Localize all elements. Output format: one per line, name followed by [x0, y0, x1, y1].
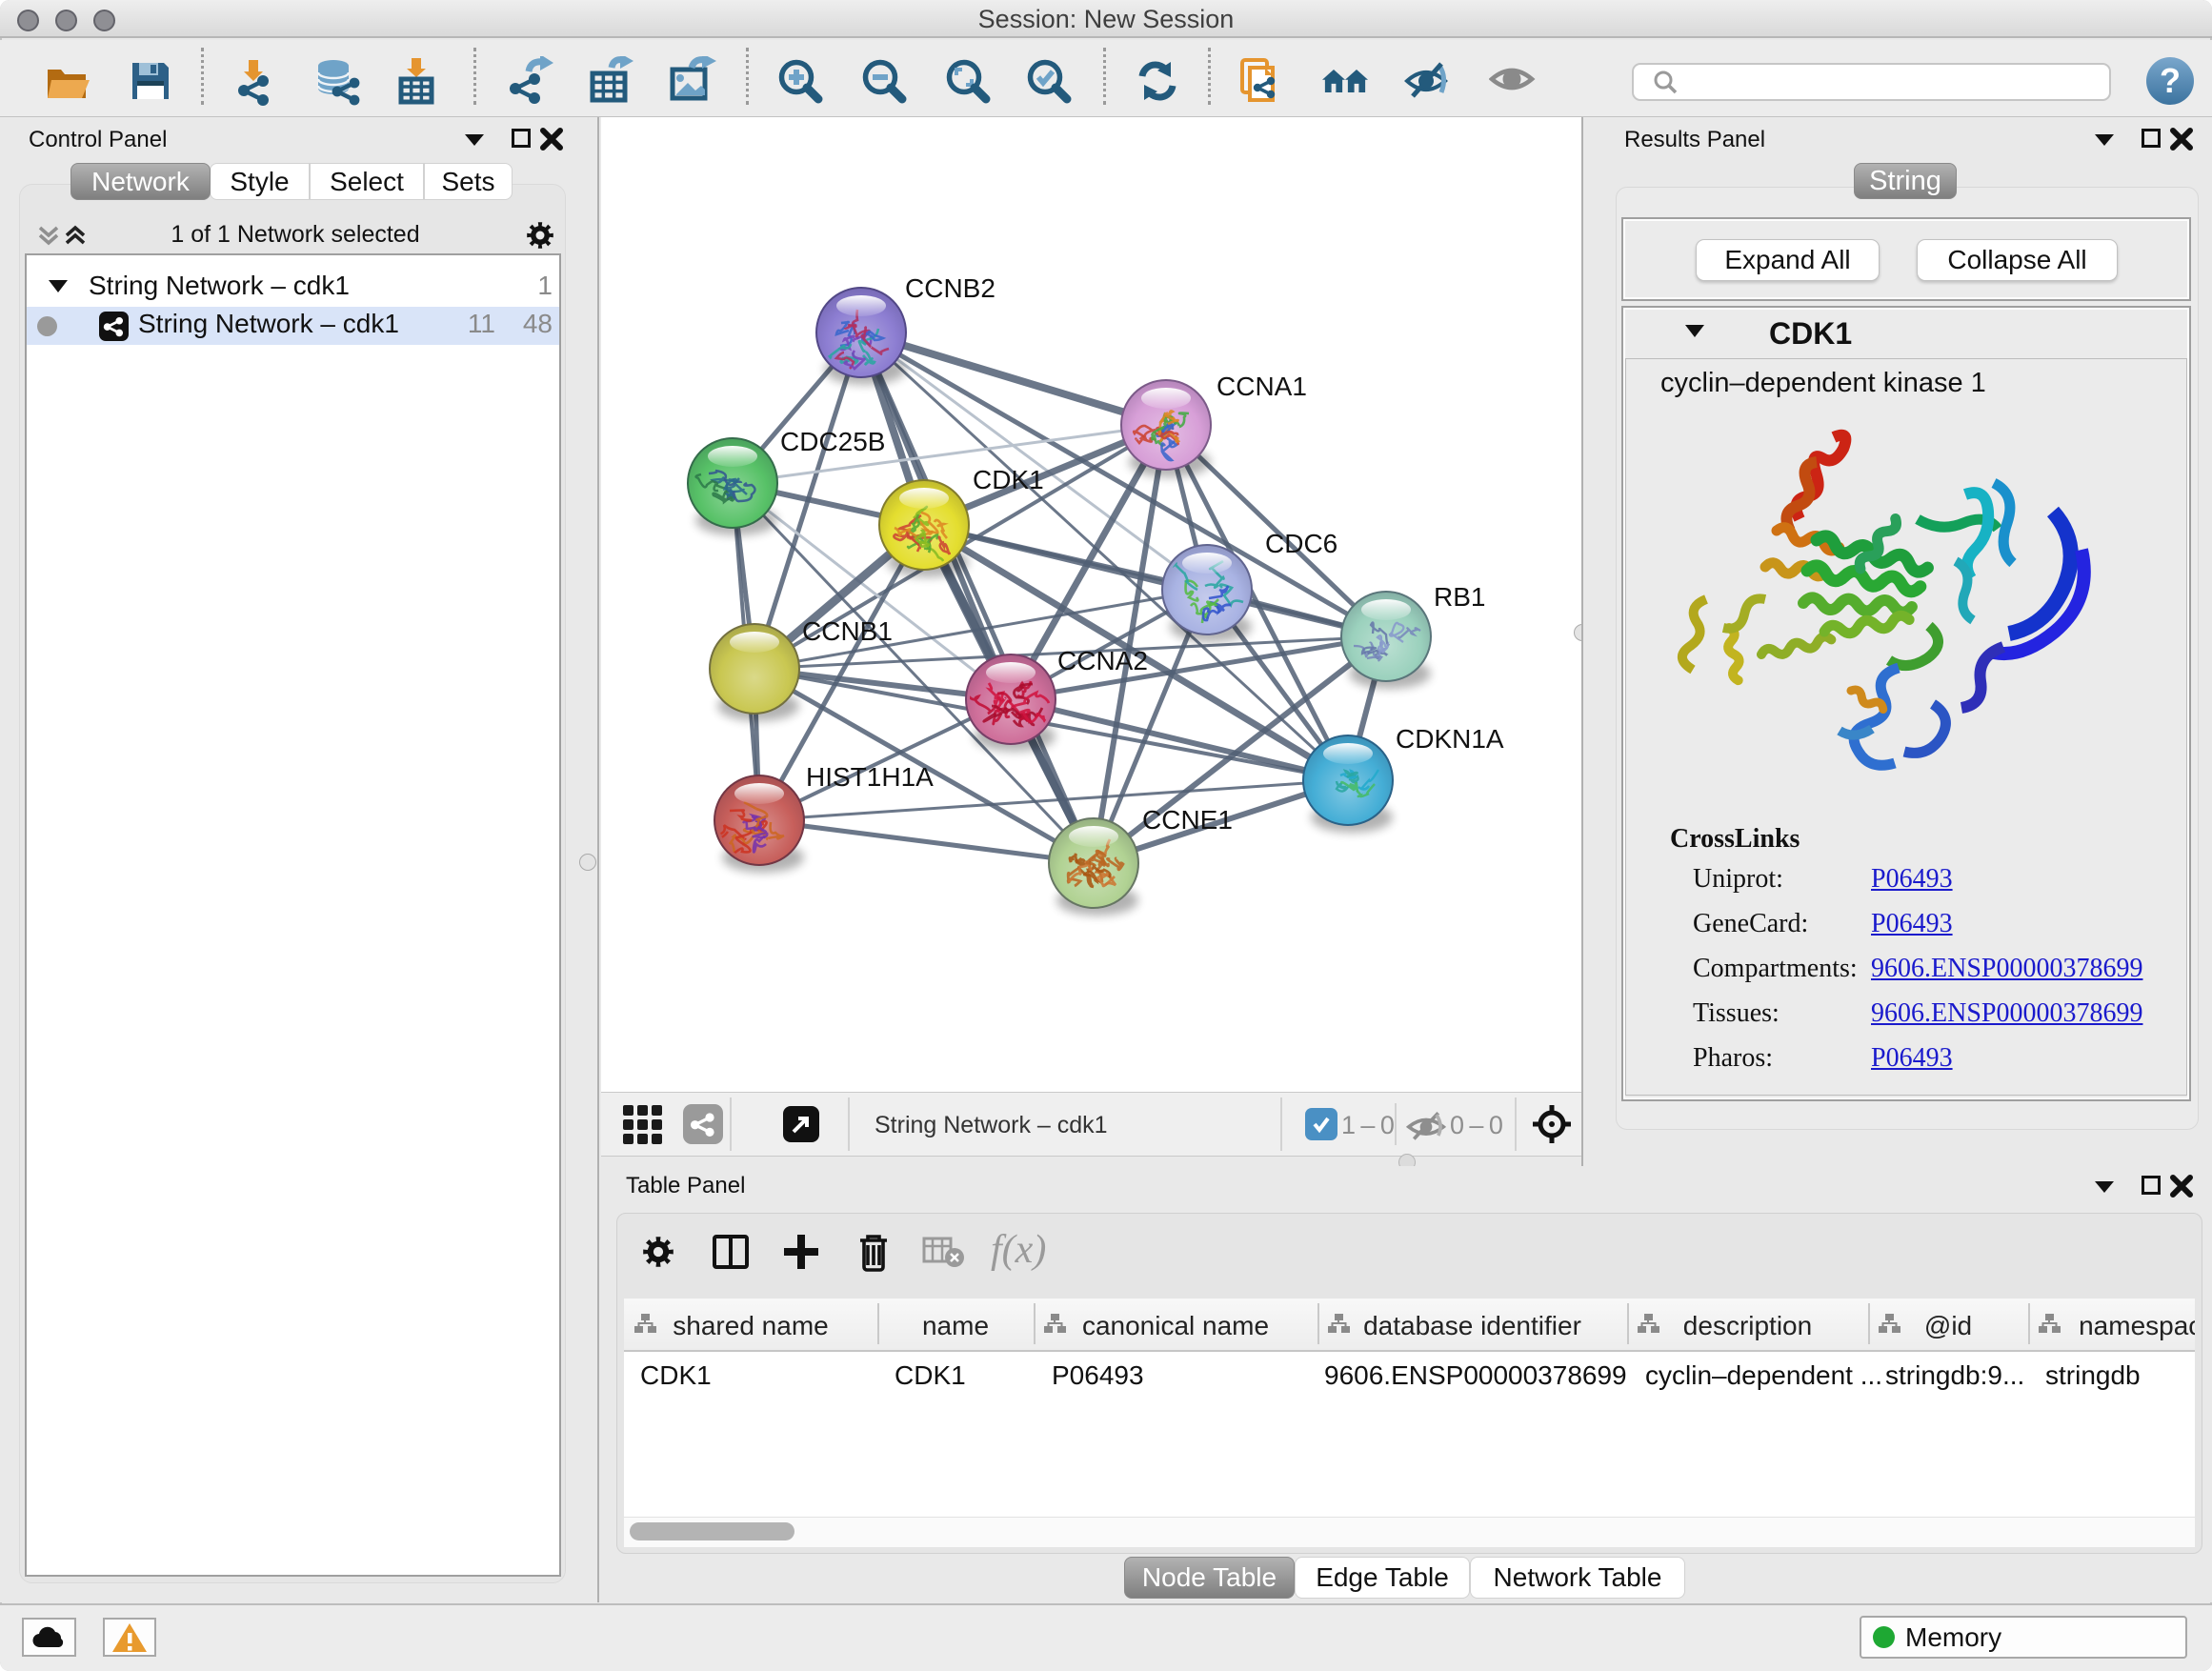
svg-text:CCNA1: CCNA1: [1217, 372, 1307, 401]
svg-text:CDK1: CDK1: [973, 465, 1044, 494]
svg-text:CDKN1A: CDKN1A: [1396, 724, 1504, 754]
svg-text:HIST1H1A: HIST1H1A: [806, 762, 934, 792]
svg-text:CDC6: CDC6: [1265, 529, 1337, 558]
svg-text:CCNB2: CCNB2: [905, 273, 995, 303]
svg-text:CCNE1: CCNE1: [1142, 805, 1233, 835]
svg-text:RB1: RB1: [1434, 582, 1485, 612]
svg-text:CCNB1: CCNB1: [802, 616, 893, 646]
svg-text:CCNA2: CCNA2: [1057, 646, 1148, 675]
svg-text:CDC25B: CDC25B: [780, 427, 885, 456]
